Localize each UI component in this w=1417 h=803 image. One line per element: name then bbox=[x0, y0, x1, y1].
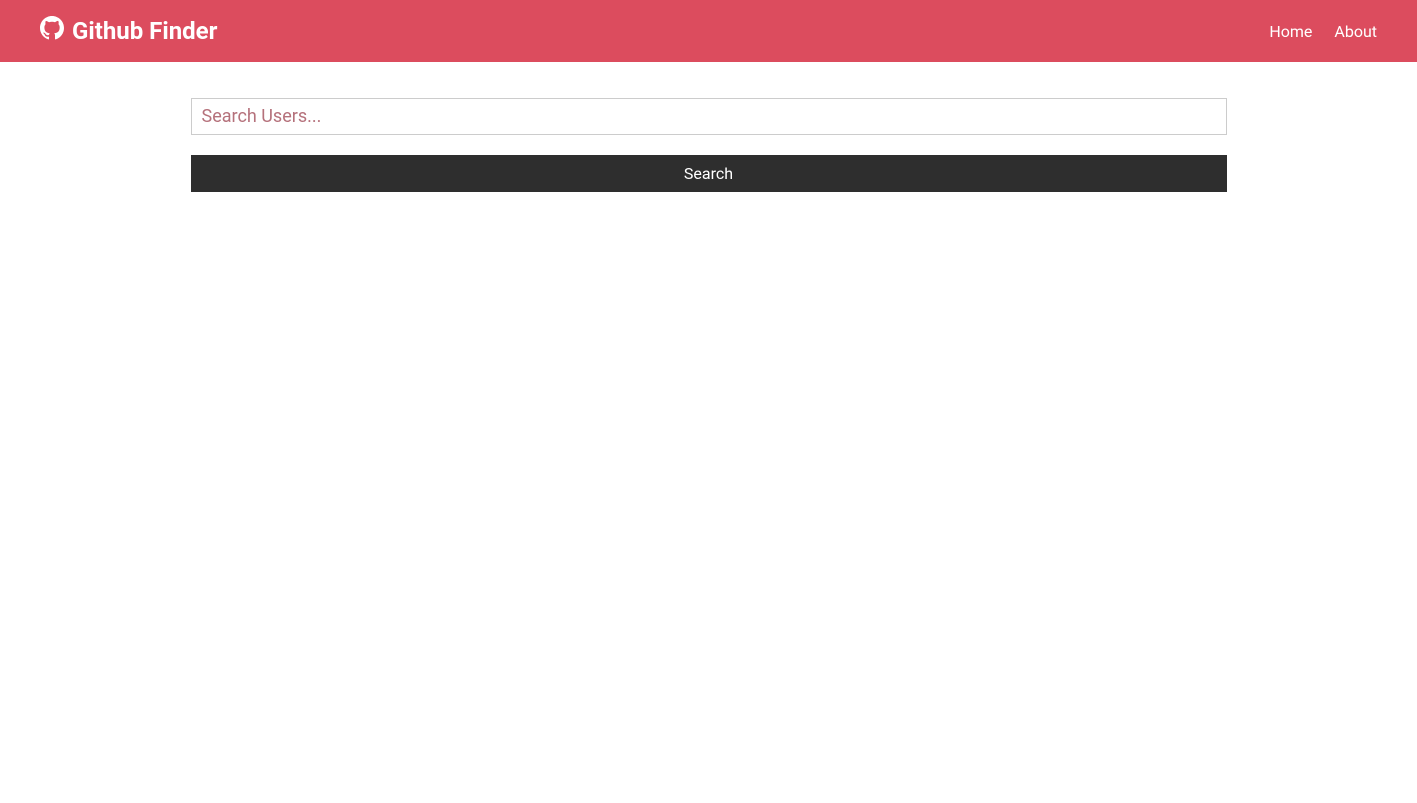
github-icon bbox=[40, 16, 64, 46]
search-form: Search bbox=[191, 98, 1227, 192]
navbar: Github Finder Home About bbox=[0, 0, 1417, 62]
search-button[interactable]: Search bbox=[191, 155, 1227, 192]
nav-link-about[interactable]: About bbox=[1334, 22, 1377, 41]
brand-text: Github Finder bbox=[72, 17, 217, 45]
navbar-links: Home About bbox=[1269, 22, 1377, 41]
nav-link-home[interactable]: Home bbox=[1269, 22, 1312, 41]
navbar-brand[interactable]: Github Finder bbox=[40, 16, 217, 46]
main-container: Search bbox=[191, 62, 1227, 192]
search-input[interactable] bbox=[191, 98, 1227, 135]
